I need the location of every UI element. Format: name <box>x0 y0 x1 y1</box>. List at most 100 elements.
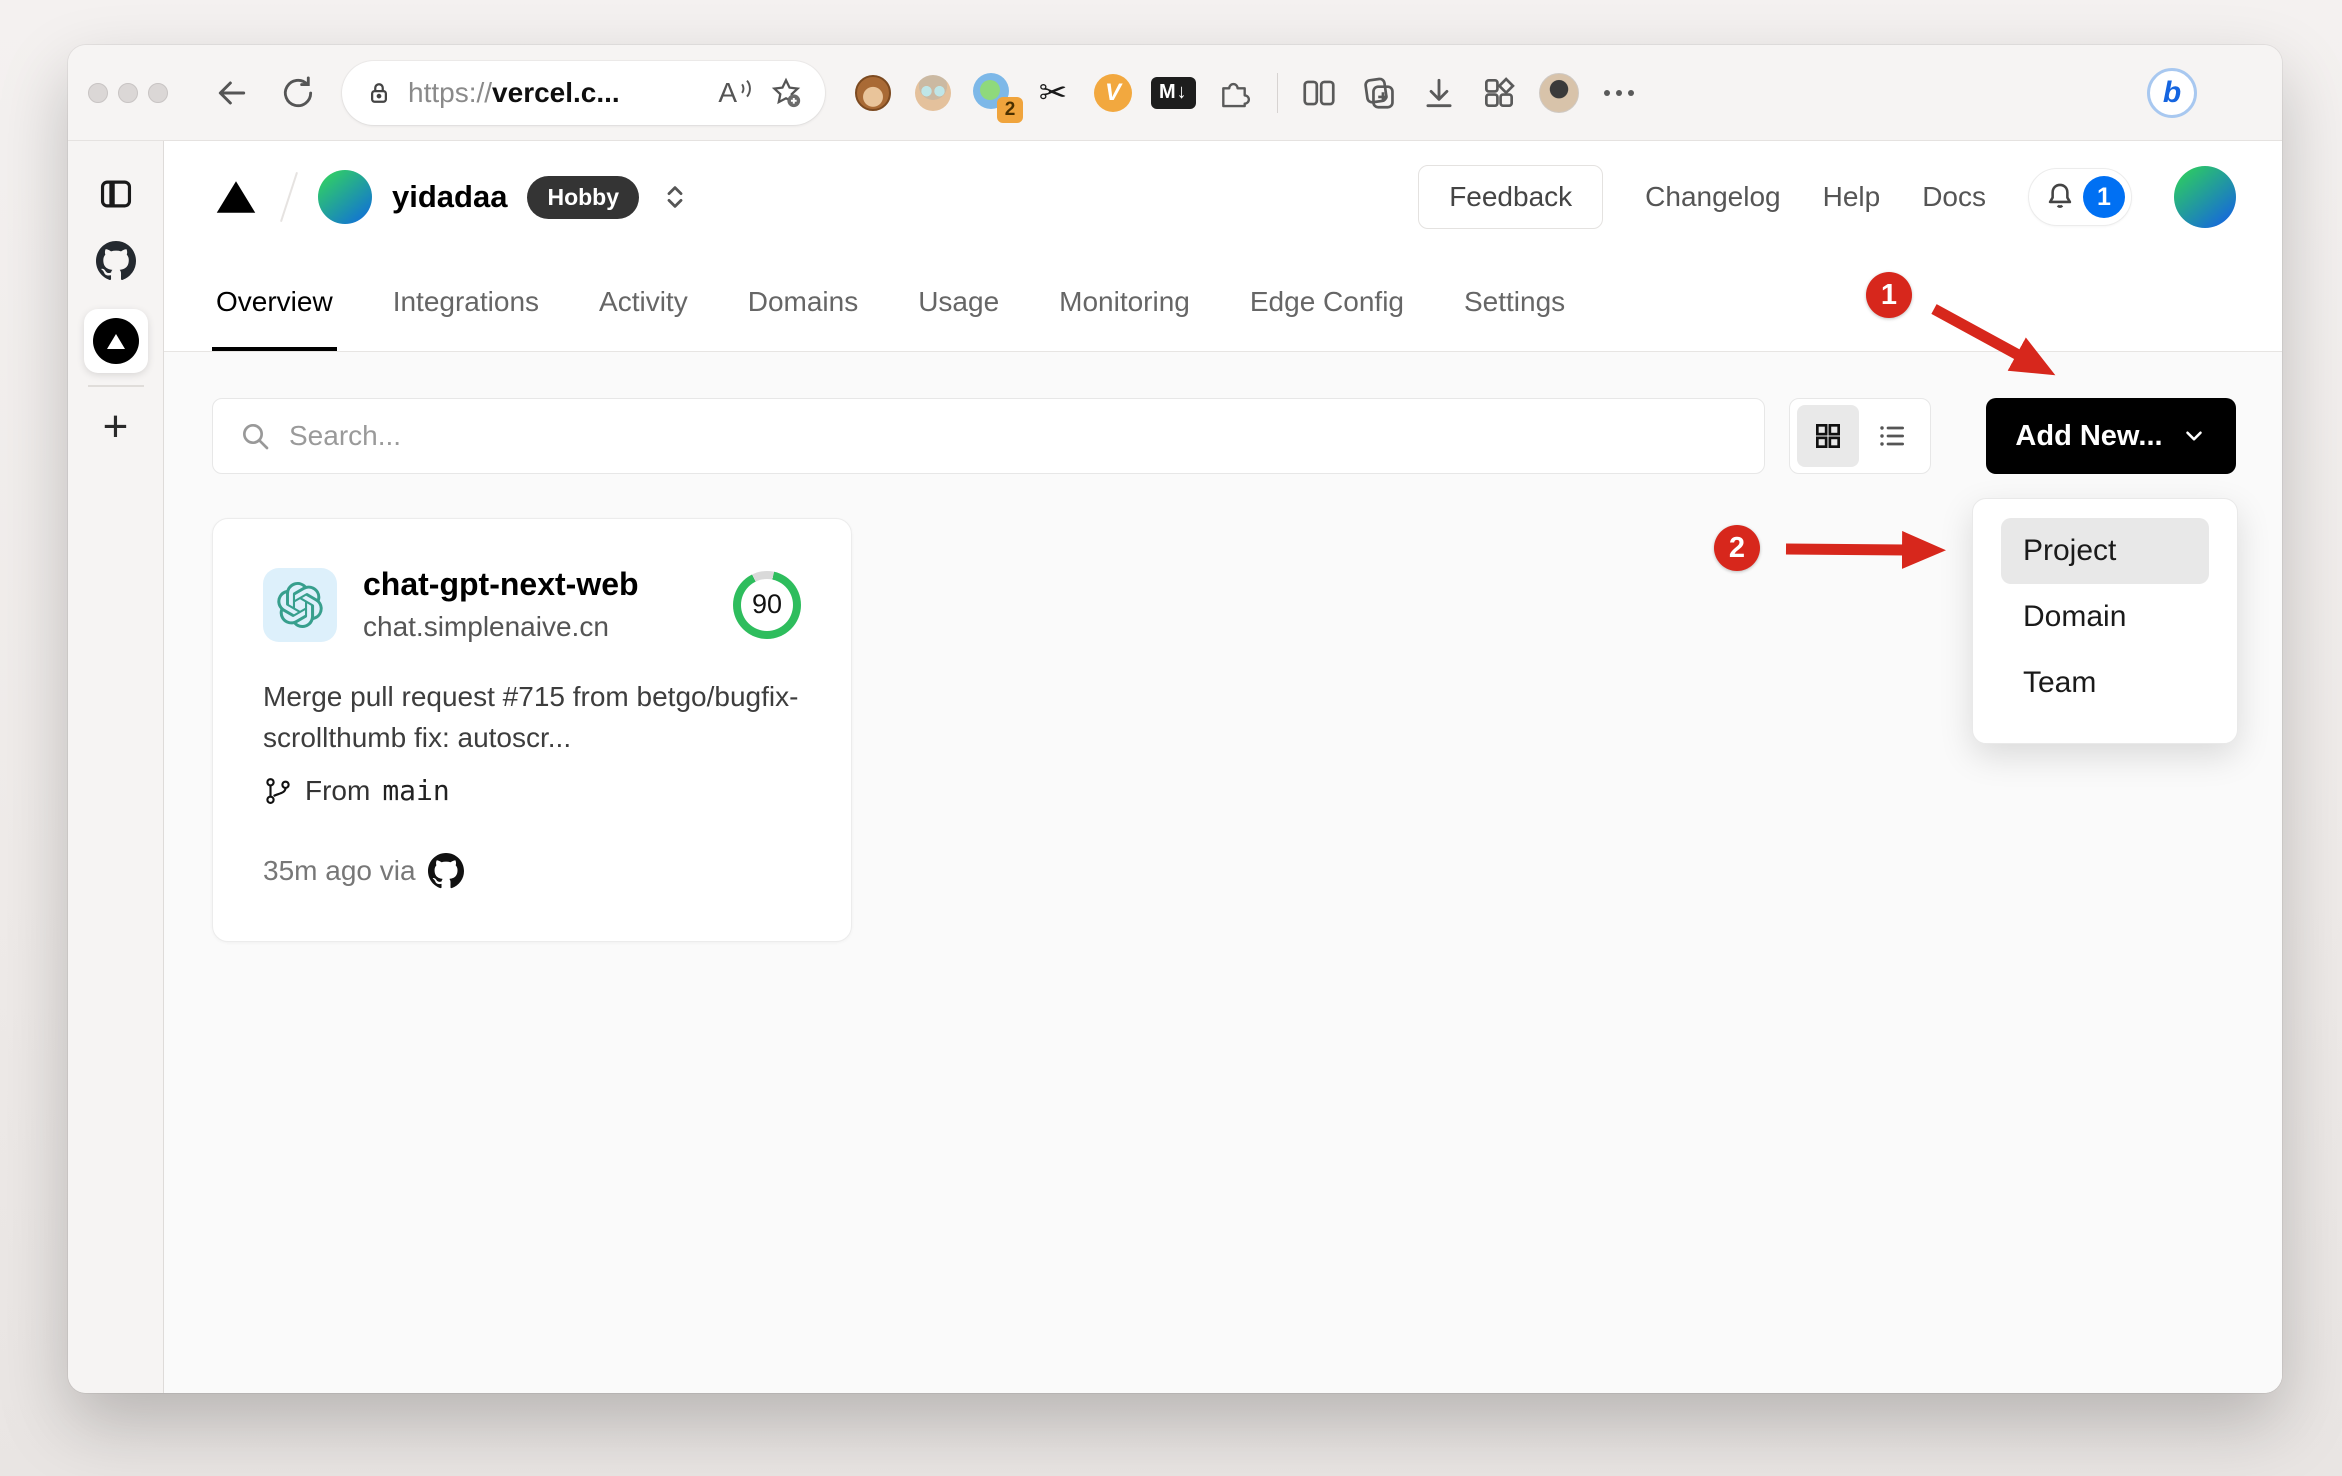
tampermonkey-extension-icon[interactable] <box>851 71 895 115</box>
tab-integrations[interactable]: Integrations <box>389 253 543 351</box>
active-tab-vercel[interactable] <box>83 309 148 373</box>
tab-settings[interactable]: Settings <box>1460 253 1569 351</box>
toolbar-divider <box>1277 72 1278 113</box>
lighthouse-score-value: 90 <box>741 578 793 631</box>
dropdown-item-project[interactable]: Project <box>2001 518 2209 584</box>
tab-domains[interactable]: Domains <box>744 253 862 351</box>
url-host: vercel.c... <box>492 76 620 108</box>
url-text: https://vercel.c... <box>408 77 704 109</box>
lock-icon <box>364 78 394 108</box>
extension-count-badge: 2 <box>997 96 1023 123</box>
grid-view-icon <box>1816 424 1840 448</box>
annotation-step-2: 2 <box>1714 525 1760 571</box>
more-menu-icon[interactable] <box>1596 70 1642 116</box>
search-icon <box>243 424 269 450</box>
badge-extension-icon[interactable]: 2 <box>971 71 1023 123</box>
vercel-page: yidadaa Hobby Feedback Changelog Help Do… <box>163 141 2282 1393</box>
window-main: + yidadaa Hobby Feedback Changelog Help … <box>68 141 2282 1393</box>
changelog-link[interactable]: Changelog <box>1645 181 1780 213</box>
vercel-logo-icon[interactable] <box>212 176 260 218</box>
markdown-extension-icon[interactable]: M↓ <box>1151 71 1196 115</box>
user-avatar[interactable] <box>2174 166 2236 228</box>
notifications-button[interactable]: 1 <box>2028 168 2132 226</box>
controls-row: Add New... <box>212 398 2236 474</box>
team-name[interactable]: yidadaa <box>392 179 507 215</box>
ellipsis-icon <box>1604 89 1634 96</box>
add-favorite-icon[interactable] <box>769 76 803 110</box>
minimize-window-button[interactable] <box>118 82 138 103</box>
cat-avatar-image <box>1539 72 1579 113</box>
add-new-dropdown: Project Domain Team <box>1972 498 2238 744</box>
list-view-button[interactable] <box>1861 405 1923 467</box>
grid-view-button[interactable] <box>1797 405 1859 467</box>
scissors-extension-icon[interactable]: ✂ <box>1031 71 1075 115</box>
read-aloud-icon[interactable]: A <box>718 77 755 109</box>
collections-icon[interactable] <box>1356 70 1402 116</box>
openai-logo-icon <box>277 581 323 628</box>
apps-icon[interactable] <box>1476 70 1522 116</box>
view-switch <box>1789 398 1931 474</box>
zoom-window-button[interactable] <box>148 82 168 103</box>
vertical-tab-strip: + <box>68 141 163 1393</box>
add-new-button[interactable]: Add New... <box>1986 398 2236 474</box>
back-icon[interactable] <box>210 71 254 115</box>
dropdown-item-domain[interactable]: Domain <box>2001 584 2209 650</box>
scissors-icon: ✂ <box>1038 72 1068 113</box>
screenshot-canvas: https://vercel.c... A 2 ✂ V M↓ b + yidad… <box>0 0 2342 1476</box>
sidebar-toggle-icon[interactable] <box>97 175 135 213</box>
breadcrumb-slash <box>280 171 298 223</box>
deployed-time: 35m ago via <box>263 855 416 887</box>
github-icon <box>427 853 464 889</box>
tab-overview[interactable]: Overview <box>212 253 337 351</box>
branch-name: main <box>382 774 450 808</box>
notification-count-badge: 1 <box>2083 176 2125 218</box>
vercel-body: Add New... chat-gpt-next-web chat.simple… <box>164 352 2282 1393</box>
reload-icon[interactable] <box>276 71 320 115</box>
tab-edge-config[interactable]: Edge Config <box>1246 253 1408 351</box>
project-name[interactable]: chat-gpt-next-web <box>363 566 639 603</box>
tab-monitoring[interactable]: Monitoring <box>1055 253 1194 351</box>
add-new-label: Add New... <box>2015 419 2163 452</box>
branch-row: From main <box>263 774 801 807</box>
new-tab-plus-icon[interactable]: + <box>103 405 129 449</box>
browser-window: https://vercel.c... A 2 ✂ V M↓ b + yidad… <box>68 45 2282 1393</box>
latest-commit-message[interactable]: Merge pull request #715 from betgo/bugfi… <box>263 677 801 758</box>
project-domain[interactable]: chat.simplenaive.cn <box>363 611 639 643</box>
bing-copilot-icon[interactable]: b <box>2147 67 2197 118</box>
team-avatar[interactable] <box>318 170 372 224</box>
v-extension-icon[interactable]: V <box>1091 71 1135 115</box>
search-input[interactable] <box>289 420 1738 452</box>
vercel-nav-tabs: Overview Integrations Activity Domains U… <box>164 253 2282 352</box>
vercel-header: yidadaa Hobby Feedback Changelog Help Do… <box>164 141 2282 253</box>
tab-usage[interactable]: Usage <box>914 253 1003 351</box>
docs-link[interactable]: Docs <box>1922 181 1986 213</box>
plan-badge: Hobby <box>527 175 640 219</box>
breadcrumb: yidadaa Hobby <box>212 170 691 224</box>
url-scheme: https:// <box>408 76 493 108</box>
dropdown-item-team[interactable]: Team <box>2001 650 2209 716</box>
project-card[interactable]: chat-gpt-next-web chat.simplenaive.cn 90… <box>212 518 852 942</box>
profile-avatar[interactable] <box>1536 70 1582 116</box>
git-branch-icon <box>266 777 290 804</box>
feedback-button[interactable]: Feedback <box>1418 165 1604 229</box>
github-tab-icon[interactable] <box>95 241 136 281</box>
help-link[interactable]: Help <box>1823 181 1881 213</box>
downloads-icon[interactable] <box>1416 70 1462 116</box>
bell-icon <box>2048 183 2072 208</box>
team-switcher-icon[interactable] <box>659 181 691 213</box>
search-box[interactable] <box>212 398 1765 474</box>
split-screen-icon[interactable] <box>1296 70 1342 116</box>
tab-activity[interactable]: Activity <box>595 253 692 351</box>
face-icon <box>915 74 951 111</box>
project-card-top: chat-gpt-next-web chat.simplenaive.cn 90 <box>263 566 801 643</box>
project-meta: chat-gpt-next-web chat.simplenaive.cn <box>363 566 639 643</box>
extensions-puzzle-icon[interactable] <box>1211 70 1257 116</box>
monkey-icon <box>855 74 891 111</box>
address-bar[interactable]: https://vercel.c... A <box>342 60 825 125</box>
markdown-icon: M↓ <box>1151 76 1196 109</box>
avatar-extension-icon[interactable] <box>911 71 955 115</box>
close-window-button[interactable] <box>88 82 108 103</box>
lighthouse-score-ring[interactable]: 90 <box>733 570 801 639</box>
project-favicon <box>263 567 337 642</box>
deployment-info: 35m ago via <box>263 853 801 889</box>
